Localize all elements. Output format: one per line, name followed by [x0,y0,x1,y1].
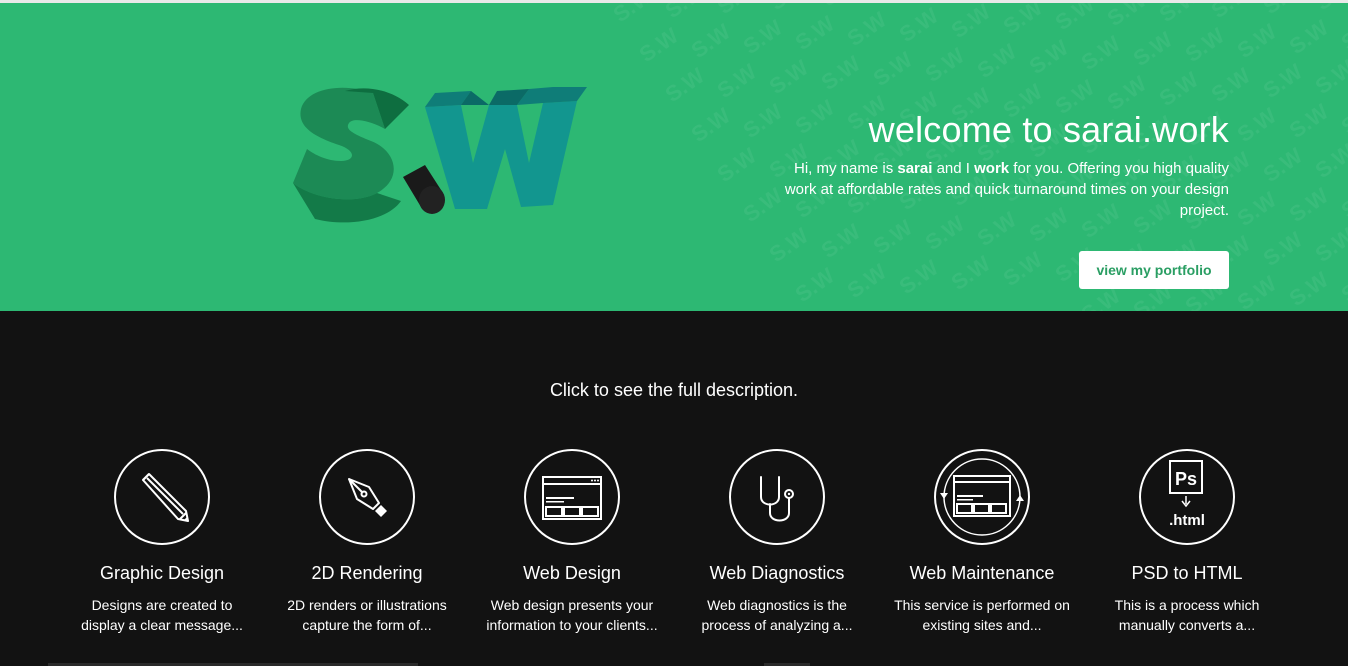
watermark-text: S.W [817,219,866,263]
service-description: Designs are created to display a clear m… [81,597,243,633]
watermark-text: S.W [1103,3,1152,31]
service-description: This service is performed on existing si… [894,597,1070,633]
watermark-text: S.W [1285,15,1334,59]
service-description: 2D renders or illustrations capture the … [287,597,447,633]
pencil-icon [114,449,210,545]
service-description: Web diagnostics is the process of analyz… [701,597,853,633]
sw-3d-logo [293,87,587,223]
watermark-text: S.W [713,59,762,103]
watermark-text: S.W [869,215,918,259]
watermark-text: S.W [1311,223,1348,267]
watermark-text: S.W [791,11,840,55]
watermark-text: S.W [895,3,944,47]
watermark-text: S.W [1337,263,1348,307]
watermark-text: S.W [1311,139,1348,183]
watermark-text: S.W [791,263,840,307]
watermark-text: S.W [1207,63,1256,107]
service-title: Graphic Design [99,563,225,583]
intro-text-start: Hi, my name is [794,160,898,177]
watermark-text: S.W [765,3,814,15]
watermark-text: S.W [687,19,736,63]
intro-name-bold: sarai [897,160,933,177]
watermark-text: S.W [1233,187,1282,231]
watermark-text: S.W [635,23,684,67]
service-title: 2D Rendering [311,563,423,583]
service-title: Web Design [523,563,621,583]
view-portfolio-button[interactable]: view my portfolio [1079,251,1229,289]
service-title: Web Diagnostics [709,563,845,583]
watermark-text: S.W [1259,59,1308,103]
hero-banner: S.W S.W S.W S.W S.W S.W S.W S.W S.W S.W S.W S.W S.W S… [0,3,1348,311]
watermark-text: S.W [1155,67,1204,111]
watermark-text: S.W [973,39,1022,83]
intro-work-bold: work [974,160,1010,177]
service-graphic-design[interactable]: Graphic Design Designs are created to di… [62,449,262,635]
services-intro-text: Click to see the full description. [549,380,799,400]
watermark-text: S.W [1337,11,1348,55]
service-description: Web design presents your information to … [486,597,658,633]
watermark-text: S.W [1259,227,1308,271]
watermark-text: S.W [1337,95,1348,139]
watermark-text: S.W [843,7,892,51]
hero-title: welcome to sarai.work [868,109,1229,150]
watermark-text: S.W [921,43,970,87]
service-web-design[interactable]: Web Design Web design presents your info… [472,449,672,635]
watermark-text: S.W [999,3,1048,39]
watermark-text: S.W [713,143,762,187]
watermark-text: S.W [1233,271,1282,311]
watermark-text: S.W [1285,99,1334,143]
watermark-text: S.W [1051,3,1100,35]
service-web-maintenance[interactable]: Web Maintenance This service is performe… [882,449,1082,635]
watermark-text: S.W [895,255,944,299]
pen-tool-icon [319,449,415,545]
watermark-text: S.W [999,247,1048,291]
watermark-text: S.W [765,223,814,267]
watermark-text: S.W [661,3,710,23]
watermark-text: S.W [1233,103,1282,147]
watermark-text: S.W [1311,3,1348,15]
browser-window-icon [524,449,620,545]
watermark-text: S.W [1233,19,1282,63]
ps-label: Ps [1175,469,1197,489]
watermark-text: S.W [817,3,866,11]
service-description: This is a process which manually convert… [1114,597,1260,633]
watermark-text: S.W [947,251,996,295]
html-label: .html [1169,512,1205,529]
watermark-text: S.W [843,259,892,303]
service-2d-rendering[interactable]: 2D Rendering 2D renders or illustrations… [267,449,467,635]
stethoscope-icon [729,449,825,545]
browser-refresh-icon [934,449,1030,545]
watermark-text: S.W [1181,23,1230,67]
watermark-text: S.W [765,55,814,99]
watermark-text: S.W [1129,27,1178,71]
watermark-text: S.W [1285,183,1334,227]
intro-text-mid: and I [932,160,975,177]
watermark-text: S.W [1311,55,1348,99]
watermark-text: S.W [869,47,918,91]
watermark-text: S.W [1077,31,1126,75]
hero-intro-text: Hi, my name is sarai and I work for you.… [759,158,1229,221]
service-psd-to-html[interactable]: Ps .html PSD to HTML This is a process w… [1087,449,1287,635]
watermark-text: S.W [1207,3,1256,23]
watermark-text: S.W [687,103,736,147]
psd-to-html-icon: Ps .html [1139,449,1235,545]
watermark-text: S.W [1337,179,1348,223]
service-title: PSD to HTML [1131,563,1243,583]
watermark-text: S.W [1285,267,1334,311]
watermark-text: S.W [1259,143,1308,187]
watermark-text: S.W [739,15,788,59]
watermark-text: S.W [661,63,710,107]
service-web-diagnostics[interactable]: Web Diagnostics Web diagnostics is the p… [677,449,877,635]
watermark-text: S.W [791,95,840,139]
watermark-text: S.W [739,99,788,143]
watermark-text: S.W [1155,3,1204,27]
watermark-text: S.W [1025,35,1074,79]
watermark-text: S.W [1259,3,1308,19]
watermark-text: S.W [713,3,762,19]
watermark-text: S.W [947,3,996,43]
watermark-text: S.W [609,3,658,27]
service-title: Web Maintenance [909,563,1055,583]
watermark-text: S.W [817,51,866,95]
